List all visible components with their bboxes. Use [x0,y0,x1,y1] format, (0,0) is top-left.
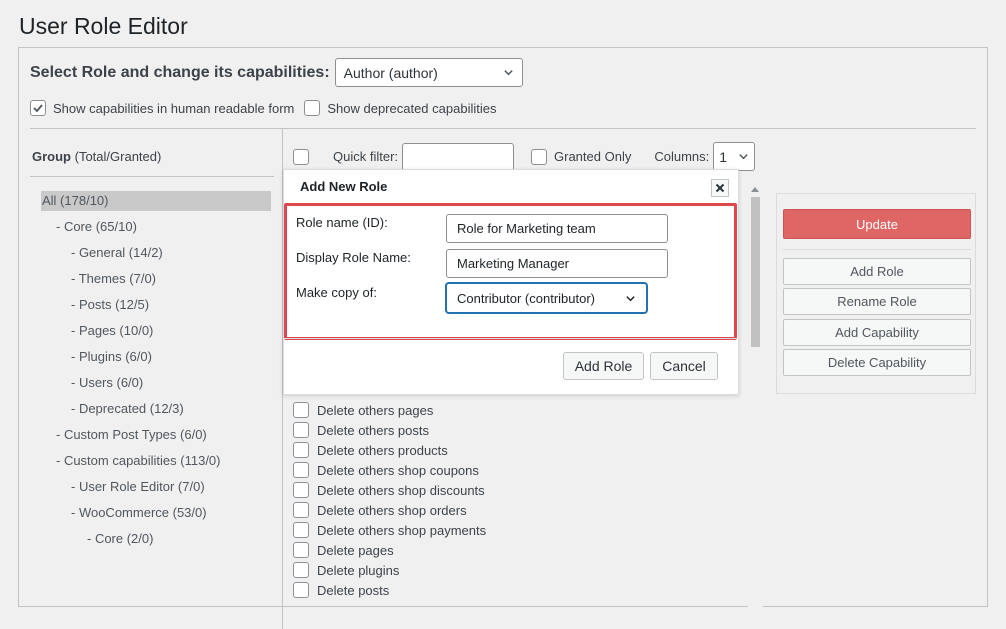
select-all-checkbox[interactable] [293,148,309,165]
tree-item-deprecated[interactable]: - Deprecated (12/3) [41,399,271,425]
scroll-up-icon[interactable] [751,187,759,192]
update-button[interactable]: Update [783,209,971,239]
tree-item-general[interactable]: - General (14/2) [41,243,271,269]
add-capability-button[interactable]: Add Capability [783,319,971,346]
capabilities-list: Delete others pages Delete others posts … [293,400,486,600]
capability-checkbox[interactable] [293,542,309,558]
columns-label: Columns: [654,149,710,164]
capability-item[interactable]: Delete others shop payments [293,520,486,540]
capability-checkbox[interactable] [293,502,309,518]
cancel-button[interactable]: Cancel [650,352,718,380]
divider [783,249,971,250]
role-name-label: Role name (ID): [296,215,388,230]
human-readable-checkbox[interactable] [30,100,46,116]
close-icon [715,183,725,193]
role-select-value: Author (author) [343,64,438,81]
granted-only-label: Granted Only [554,149,632,164]
group-heading: Group (Total/Granted) [32,149,161,164]
capability-item[interactable]: Delete others posts [293,420,486,440]
capability-item[interactable]: Delete others products [293,440,486,460]
capability-checkbox[interactable] [293,442,309,458]
divider [284,338,738,339]
capability-item[interactable]: Delete others shop orders [293,500,486,520]
group-tree: All (178/10) - Core (65/10) - General (1… [41,191,271,555]
tree-item-core[interactable]: - Core (65/10) [41,217,271,243]
granted-only-checkbox[interactable] [531,148,548,165]
human-readable-label: Show capabilities in human readable form [53,100,295,116]
quick-filter-input[interactable] [402,142,515,171]
tree-item-custom-capabilities[interactable]: - Custom capabilities (113/0) [41,451,271,477]
chevron-down-icon [626,295,635,301]
capability-checkbox[interactable] [293,482,309,498]
copy-of-select[interactable]: Contributor (contributor) [446,283,647,313]
deprecated-option[interactable]: Show deprecated capabilities [304,100,496,116]
page-title: User Role Editor [19,13,188,39]
human-readable-option[interactable]: Show capabilities in human readable form [30,100,294,116]
chevron-down-icon [503,70,513,76]
close-button[interactable] [711,179,729,197]
role-select[interactable]: Author (author) [334,58,523,87]
tree-item-pages[interactable]: - Pages (10/0) [41,321,271,347]
tree-item-user-role-editor[interactable]: - User Role Editor (7/0) [41,477,271,503]
role-selector-label: Select Role and change its capabilities: [30,63,330,81]
copy-of-value: Contributor (contributor) [457,290,595,306]
capability-item[interactable]: Delete pages [293,540,486,560]
group-heading-sub: (Total/Granted) [74,149,162,164]
check-icon [33,104,43,113]
tree-item-custom-post-types[interactable]: - Custom Post Types (6/0) [41,425,271,451]
capability-checkbox[interactable] [293,562,309,578]
capability-checkbox[interactable] [293,402,309,418]
filter-row: Quick filter: Granted Only Columns: 1 [293,142,756,171]
capability-item[interactable]: Delete others shop coupons [293,460,486,480]
dialog-title: Add New Role [300,179,388,194]
columns-value: 1 [719,148,728,165]
display-name-input[interactable]: Marketing Manager [446,249,668,278]
display-name-label: Display Role Name: [296,250,411,265]
capabilities-scrollbar[interactable] [748,185,763,615]
chevron-down-icon [739,154,748,160]
tree-item-themes[interactable]: - Themes (7/0) [41,269,271,295]
capability-checkbox[interactable] [293,522,309,538]
deprecated-checkbox[interactable] [304,100,321,116]
scroll-thumb[interactable] [751,197,760,347]
add-role-submit-button[interactable]: Add Role [563,352,644,380]
capability-checkbox[interactable] [293,582,309,598]
capability-checkbox[interactable] [293,422,309,438]
rename-role-button[interactable]: Rename Role [783,288,971,315]
capability-item[interactable]: Delete plugins [293,560,486,580]
quick-filter-label: Quick filter: [333,149,399,164]
tree-item-posts[interactable]: - Posts (12/5) [41,295,271,321]
add-role-button[interactable]: Add Role [783,258,971,285]
tree-item-woocommerce[interactable]: - WooCommerce (53/0) [41,503,271,529]
deprecated-label: Show deprecated capabilities [327,100,497,116]
copy-of-label: Make copy of: [296,285,377,300]
capability-item[interactable]: Delete others pages [293,400,486,420]
display-options: Show capabilities in human readable form… [30,100,506,116]
divider [30,128,976,129]
role-selector-row: Select Role and change its capabilities:… [30,58,523,87]
capability-checkbox[interactable] [293,462,309,478]
columns-select[interactable]: 1 [713,142,756,171]
capability-item[interactable]: Delete posts [293,580,486,600]
role-name-input[interactable]: Role for Marketing team [446,214,668,243]
capability-item[interactable]: Delete others shop discounts [293,480,486,500]
tree-item-plugins[interactable]: - Plugins (6/0) [41,347,271,373]
divider [30,176,274,177]
tree-item-users[interactable]: - Users (6/0) [41,373,271,399]
group-heading-title: Group [32,149,71,164]
delete-capability-button[interactable]: Delete Capability [783,349,971,376]
add-new-role-dialog: Add New Role Role name (ID): Role for Ma… [283,169,739,395]
tree-item-woocommerce-core[interactable]: - Core (2/0) [41,529,271,555]
tree-item-all[interactable]: All (178/10) [41,191,271,217]
actions-sidebar: Update Add Role Rename Role Add Capabili… [776,193,976,394]
